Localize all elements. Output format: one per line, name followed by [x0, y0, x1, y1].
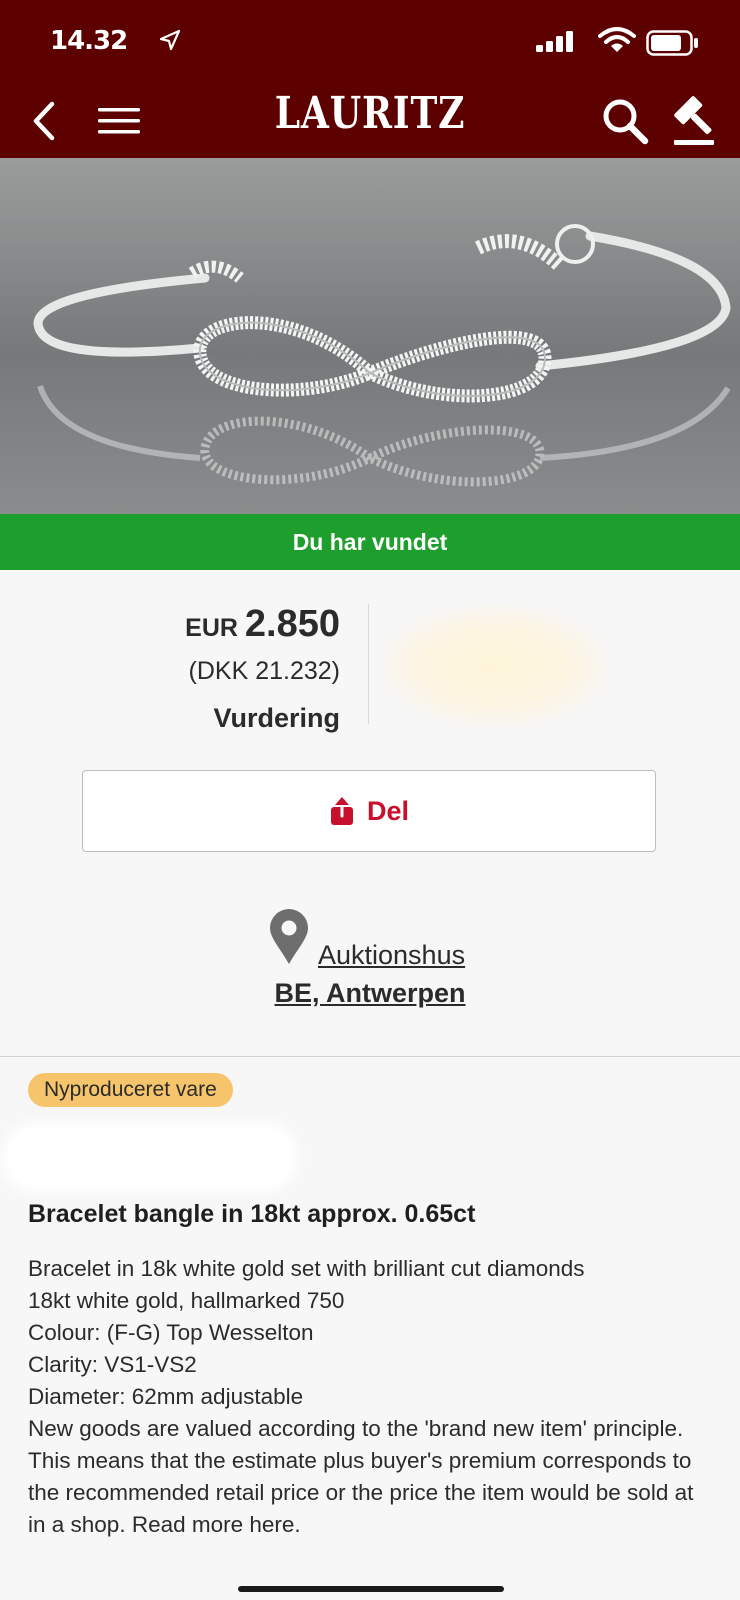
description-line: New goods are valued according to the 'b… — [28, 1416, 694, 1537]
back-chevron-icon[interactable] — [30, 100, 60, 142]
price-dkk: (DKK 21.232) — [188, 657, 340, 685]
bracelet-illustration — [0, 158, 740, 514]
description-line: Colour: (F-G) Top Wesselton — [28, 1320, 314, 1345]
status-bar: 14.32 — [0, 0, 740, 86]
search-icon[interactable] — [600, 96, 652, 148]
price-currency: EUR — [185, 614, 238, 642]
new-item-badge: Nyproduceret vare — [28, 1073, 233, 1107]
wifi-icon — [598, 27, 636, 52]
section-divider — [0, 1056, 740, 1057]
location-arrow-icon — [159, 29, 181, 51]
share-icon — [330, 797, 353, 825]
map-pin-icon — [270, 909, 308, 964]
status-time: 14.32 — [50, 26, 128, 56]
signal-icon — [536, 31, 573, 52]
description-line: Clarity: VS1-VS2 — [28, 1352, 197, 1377]
auction-location-link[interactable]: BE, Antwerpen — [0, 978, 740, 1009]
product-image[interactable] — [0, 158, 740, 514]
brand-logo[interactable]: LAURITZ — [67, 88, 674, 139]
lot-description: Bracelet in 18k white gold set with bril… — [28, 1253, 714, 1541]
blurred-region — [380, 604, 610, 728]
estimate-label: Vurdering — [213, 703, 340, 733]
description-line: 18kt white gold, hallmarked 750 — [28, 1288, 345, 1313]
auction-house-link[interactable]: Auktionshus — [318, 940, 465, 971]
home-indicator[interactable] — [238, 1586, 504, 1592]
share-button[interactable]: Del — [82, 770, 656, 852]
battery-icon — [646, 30, 698, 56]
app-header: LAURITZ — [0, 86, 740, 158]
description-line: Diameter: 62mm adjustable — [28, 1384, 304, 1409]
share-label: Del — [366, 795, 410, 826]
description-line: Bracelet in 18k white gold set with bril… — [28, 1256, 585, 1281]
price-amount: 2.850 — [244, 603, 340, 645]
price-divider — [368, 604, 369, 724]
price-block: EUR 2.850 (DKK 21.232) Vurdering — [0, 600, 340, 740]
auction-gavel-icon[interactable] — [668, 94, 724, 150]
redacted-area — [8, 1128, 292, 1186]
lot-title: Bracelet bangle in 18kt approx. 0.65ct — [28, 1200, 476, 1228]
won-banner: Du har vundet — [0, 514, 740, 570]
price-line: EUR 2.850 — [0, 600, 340, 648]
